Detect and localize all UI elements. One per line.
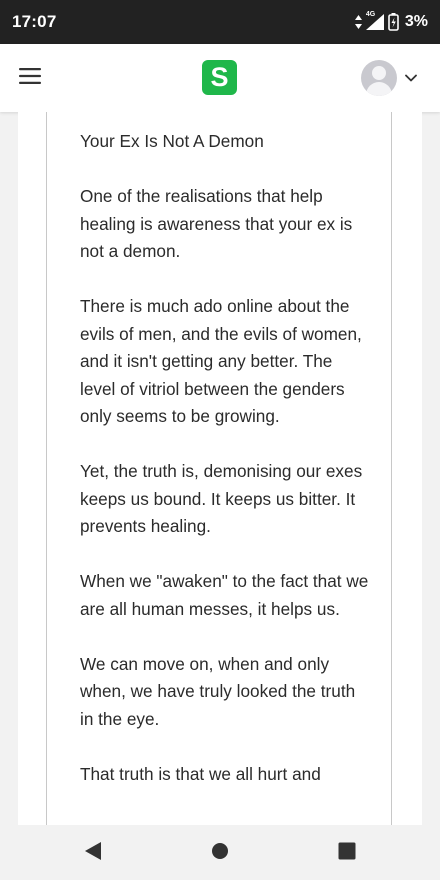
status-icons: 4G 3%	[354, 11, 428, 31]
menu-button[interactable]	[10, 58, 50, 98]
user-avatar-icon	[361, 60, 397, 96]
article-title: Your Ex Is Not A Demon	[80, 131, 264, 151]
data-arrows-icon	[354, 15, 362, 29]
home-button[interactable]	[202, 835, 238, 871]
article-paragraph: When we "awaken" to the fact that we are…	[80, 571, 369, 619]
article-paragraph: There is much ado online about the evils…	[80, 296, 362, 426]
home-circle-icon	[211, 842, 229, 865]
battery-icon	[388, 13, 399, 31]
article-paragraph: Yet, the truth is, demonising our exes k…	[80, 461, 363, 536]
article-paragraph: That truth is that we all hurt and	[80, 763, 321, 784]
content-area: Your Ex Is Not A Demon One of the realis…	[18, 112, 422, 825]
article-card: Your Ex Is Not A Demon One of the realis…	[46, 112, 392, 825]
article-paragraph: One of the realisations that help healin…	[80, 186, 353, 261]
article-body: Your Ex Is Not A Demon One of the realis…	[80, 128, 370, 816]
battery-percent: 3%	[404, 13, 428, 30]
recents-button[interactable]	[329, 835, 365, 871]
signal-icon: 4G	[365, 11, 384, 30]
back-triangle-icon	[84, 841, 102, 866]
article-paragraph: We can move on, when and only when, we h…	[80, 653, 356, 729]
back-button[interactable]	[75, 835, 111, 871]
status-bar: 17:07 4G 3%	[0, 0, 440, 44]
site-logo[interactable]: S	[202, 60, 237, 95]
hamburger-menu-icon	[19, 67, 41, 89]
app-header: S	[0, 44, 440, 112]
network-type-label: 4G	[365, 11, 376, 18]
chevron-down-icon	[405, 74, 417, 82]
account-menu-button[interactable]	[358, 58, 424, 98]
recents-square-icon	[338, 842, 356, 865]
system-navigation-bar	[0, 825, 440, 880]
logo-letter: S	[210, 62, 229, 92]
status-time: 17:07	[12, 12, 57, 31]
